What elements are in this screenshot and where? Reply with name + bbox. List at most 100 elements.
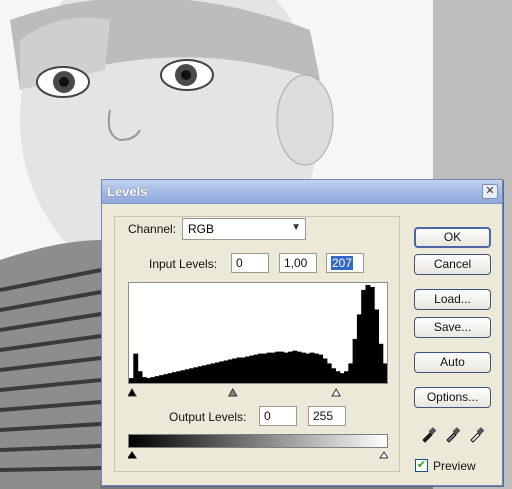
- histogram: [128, 282, 388, 384]
- histogram-bar: [240, 357, 246, 383]
- histogram-chart: [129, 285, 387, 383]
- output-slider[interactable]: [127, 448, 389, 460]
- histogram-bar: [215, 362, 220, 383]
- histogram-bar: [236, 357, 242, 383]
- preview-label: Preview: [433, 459, 476, 473]
- load-button[interactable]: Load...: [414, 289, 491, 310]
- histogram-bar: [326, 363, 332, 383]
- histogram-bar: [129, 378, 134, 383]
- levels-dialog: Levels ✕ Channel: RGB ▼ Input Levels: 0 …: [101, 179, 503, 486]
- histogram-bar: [159, 375, 164, 383]
- histogram-bar: [163, 374, 169, 383]
- input-white-handle[interactable]: [331, 387, 341, 397]
- histogram-bar: [275, 351, 281, 383]
- histogram-bar: [279, 351, 285, 383]
- dialog-title: Levels: [107, 184, 148, 199]
- output-levels-label: Output Levels:: [169, 410, 247, 424]
- input-gamma-handle[interactable]: [227, 387, 238, 397]
- histogram-bar: [202, 365, 207, 383]
- histogram-bar: [154, 376, 160, 383]
- histogram-bar: [232, 358, 238, 383]
- histogram-bar: [305, 353, 311, 383]
- histogram-bar: [258, 353, 263, 383]
- black-eyedropper-icon[interactable]: [420, 425, 438, 443]
- output-white-field[interactable]: 255: [308, 406, 346, 426]
- histogram-bar: [227, 359, 233, 383]
- histogram-bar: [262, 353, 268, 383]
- histogram-bar: [339, 373, 345, 383]
- histogram-bar: [365, 285, 371, 383]
- histogram-bar: [322, 358, 328, 383]
- input-white-value: 207: [331, 256, 354, 270]
- close-icon[interactable]: ✕: [482, 184, 498, 199]
- histogram-bar: [253, 354, 259, 383]
- histogram-bar: [146, 378, 152, 383]
- histogram-bar: [176, 371, 182, 383]
- input-slider[interactable]: [127, 385, 388, 399]
- channel-label: Channel:: [128, 222, 177, 236]
- histogram-bar: [382, 363, 387, 383]
- ok-button[interactable]: OK: [414, 227, 491, 248]
- histogram-bar: [167, 373, 173, 383]
- histogram-bar: [172, 372, 177, 383]
- histogram-bar: [356, 314, 362, 383]
- histogram-bar: [296, 351, 302, 383]
- histogram-bar: [301, 352, 306, 383]
- histogram-bar: [313, 353, 319, 383]
- histogram-bar: [292, 350, 298, 383]
- output-slider-svg: [127, 451, 389, 459]
- histogram-bar: [331, 368, 336, 383]
- histogram-bar: [249, 355, 255, 383]
- histogram-bar: [335, 371, 341, 383]
- histogram-bar: [219, 361, 225, 383]
- histogram-bar: [180, 370, 186, 383]
- histogram-bar: [270, 352, 276, 383]
- auto-button[interactable]: Auto: [414, 352, 491, 373]
- histogram-bar: [189, 368, 195, 383]
- histogram-bar: [369, 286, 375, 383]
- white-eyedropper-icon[interactable]: [468, 425, 486, 443]
- histogram-bar: [245, 356, 250, 383]
- output-black-handle[interactable]: [127, 451, 137, 459]
- histogram-bar: [283, 352, 289, 383]
- histogram-bar: [348, 363, 354, 383]
- histogram-bar: [141, 377, 147, 383]
- histogram-bar: [184, 369, 190, 383]
- output-gradient-bar: [128, 434, 388, 448]
- histogram-bar: [150, 377, 156, 383]
- histogram-bar: [352, 338, 358, 383]
- input-gamma-field[interactable]: 1,00: [279, 253, 317, 273]
- histogram-bar: [344, 371, 349, 383]
- gray-eyedropper-icon[interactable]: [444, 425, 462, 443]
- output-white-handle[interactable]: [379, 451, 389, 459]
- input-white-field[interactable]: 207: [326, 253, 364, 273]
- histogram-bar: [266, 352, 272, 383]
- input-levels-label: Input Levels:: [149, 257, 218, 271]
- levels-panel: Channel: RGB ▼ Input Levels: 0 1,00 207 …: [114, 216, 400, 472]
- output-black-field[interactable]: 0: [259, 406, 297, 426]
- histogram-bar: [361, 289, 367, 383]
- histogram-bar: [197, 366, 203, 383]
- histogram-bar: [133, 353, 139, 383]
- checkmark-icon[interactable]: ✔: [415, 459, 428, 472]
- histogram-bar: [210, 363, 216, 383]
- histogram-bar: [374, 309, 379, 383]
- title-bar[interactable]: Levels ✕: [102, 180, 502, 204]
- channel-select[interactable]: RGB ▼: [182, 218, 306, 240]
- histogram-bar: [318, 354, 324, 383]
- chevron-down-icon: ▼: [291, 222, 301, 233]
- histogram-bar: [137, 371, 143, 383]
- input-black-handle[interactable]: [127, 387, 137, 397]
- histogram-bar: [309, 352, 315, 383]
- histogram-bar: [206, 364, 212, 383]
- channel-value: RGB: [188, 222, 215, 236]
- input-black-field[interactable]: 0: [231, 253, 269, 273]
- histogram-bar: [378, 343, 384, 383]
- input-slider-svg: [127, 387, 341, 397]
- histogram-bar: [223, 360, 229, 383]
- save-button[interactable]: Save...: [414, 317, 491, 338]
- options-button[interactable]: Options...: [414, 387, 491, 408]
- cancel-button[interactable]: Cancel: [414, 254, 491, 275]
- histogram-bar: [288, 351, 293, 383]
- histogram-bar: [193, 367, 199, 383]
